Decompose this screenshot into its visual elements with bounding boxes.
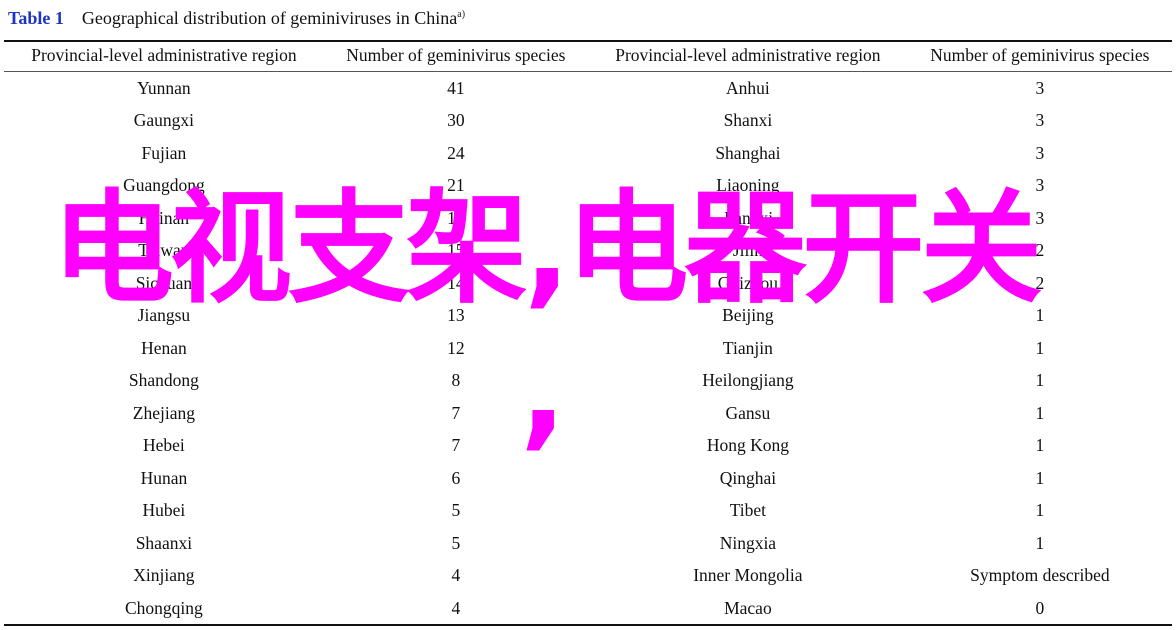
region-cell: Fujian	[141, 142, 187, 163]
table-row: Yunnan 41 Anhui 3	[4, 72, 1172, 105]
overlay-watermark-text: 电视支架,电器开关	[52, 178, 1042, 320]
species-count-cell: 1	[1035, 337, 1045, 358]
table-label: Table 1	[8, 8, 64, 28]
footnote-marker: a)	[457, 9, 466, 20]
region-cell: Hong Kong	[706, 435, 789, 456]
column-header: Number of geminivirus species	[907, 40, 1172, 72]
species-count-cell: 5	[451, 532, 461, 553]
region-cell: Zhejiang	[132, 402, 195, 423]
region-cell: Yunnan	[137, 77, 191, 98]
table-row: Fujian 24 Shanghai 3	[4, 137, 1172, 170]
species-count-cell: 6	[451, 467, 461, 488]
region-cell: Macao	[724, 597, 772, 618]
region-cell: Hubei	[142, 500, 186, 521]
region-cell: Shanxi	[723, 110, 773, 131]
region-cell: Qinghai	[719, 467, 777, 488]
region-cell: Henan	[141, 337, 187, 358]
bottom-rule	[4, 624, 1172, 626]
region-cell: Gansu	[725, 402, 771, 423]
data-table: Provincial-level administrative region Nu…	[4, 40, 1172, 625]
table-row: Gaungxi 30 Shanxi 3	[4, 105, 1172, 138]
species-count-cell: Symptom described	[970, 565, 1110, 586]
species-count-cell: 1	[1035, 532, 1045, 553]
region-cell: Shandong	[128, 370, 199, 391]
table-row: Hunan 6 Qinghai 1	[4, 462, 1172, 495]
species-count-cell: 5	[451, 500, 461, 521]
species-count-cell: 3	[1035, 77, 1045, 98]
species-count-cell: 24	[447, 142, 465, 163]
region-cell: Gaungxi	[133, 110, 195, 131]
species-count-cell: 0	[1035, 597, 1045, 618]
column-header: Number of geminivirus species	[323, 40, 588, 72]
region-cell: Heilongjiang	[702, 370, 794, 391]
region-cell: Xinjiang	[133, 565, 195, 586]
species-count-cell: 30	[447, 110, 465, 131]
table-row: Chongqing 4 Macao 0	[4, 592, 1172, 625]
species-count-cell: 3	[1035, 142, 1045, 163]
region-cell: Ningxia	[719, 532, 777, 553]
species-count-cell: 3	[1035, 110, 1045, 131]
table-caption: Table 1 Geographical distribution of gemi…	[8, 8, 465, 29]
table-row: Xinjiang 4 Inner Mongolia Symptom described	[4, 560, 1172, 593]
table-row: Shandong 8 Heilongjiang 1	[4, 365, 1172, 398]
region-cell: Chongqing	[125, 597, 203, 618]
species-count-cell: 1	[1035, 467, 1045, 488]
overlay-comma: ,	[520, 320, 567, 462]
species-count-cell: 1	[1035, 500, 1045, 521]
region-cell: Hunan	[140, 467, 188, 488]
region-cell: Shanghai	[715, 142, 781, 163]
region-cell: Tibet	[729, 500, 767, 521]
table-row: Hubei 5 Tibet 1	[4, 495, 1172, 528]
species-count-cell: 41	[447, 77, 465, 98]
species-count-cell: 4	[451, 597, 461, 618]
table-title: Geographical distribution of geminivirus…	[81, 8, 458, 28]
table-row: Hebei 7 Hong Kong 1	[4, 430, 1172, 463]
species-count-cell: 1	[1035, 370, 1045, 391]
species-count-cell: 1	[1035, 402, 1045, 423]
region-cell: Inner Mongolia	[693, 565, 803, 586]
region-cell: Shaanxi	[135, 532, 193, 553]
region-cell: Tianjin	[722, 337, 773, 358]
column-header: Provincial-level administrative region	[4, 40, 324, 72]
header-row: Provincial-level administrative region Nu…	[4, 40, 1172, 72]
region-cell: Anhui	[726, 77, 770, 98]
species-count-cell: 1	[1035, 435, 1045, 456]
table-row: Henan 12 Tianjin 1	[4, 332, 1172, 365]
species-count-cell: 4	[451, 565, 461, 586]
table-row: Zhejiang 7 Gansu 1	[4, 397, 1172, 430]
region-cell: Hebei	[143, 435, 185, 456]
column-header: Provincial-level administrative region	[587, 40, 908, 72]
table-row: Shaanxi 5 Ningxia 1	[4, 527, 1172, 560]
